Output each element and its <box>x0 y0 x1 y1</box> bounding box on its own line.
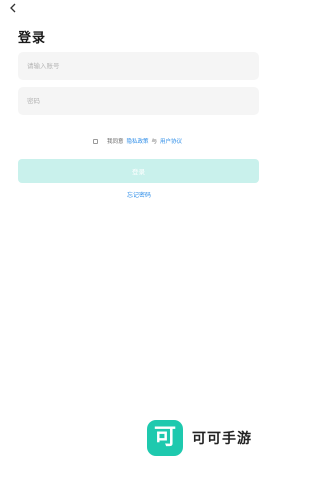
password-input[interactable] <box>18 87 259 115</box>
page-title: 登录 <box>18 31 47 46</box>
watermark-logo-char: 可 <box>153 425 176 450</box>
login-button[interactable]: 登录 <box>18 159 259 183</box>
chevron-left-icon <box>10 3 16 13</box>
agreement-connector: 与 <box>151 139 158 145</box>
agreement-checkbox[interactable] <box>92 138 98 144</box>
forgot-password-link[interactable]: 忘记密码 <box>0 190 278 199</box>
agreement-prefix: 我同意 <box>106 139 124 145</box>
account-input[interactable] <box>18 52 259 80</box>
back-button[interactable] <box>6 1 20 15</box>
agreement-row: 我同意 隐私政策 与 用户协议 <box>0 137 278 145</box>
watermark: 可 可可手游 <box>147 420 252 456</box>
watermark-logo: 可 <box>147 420 183 456</box>
watermark-text: 可可手游 <box>192 431 252 447</box>
privacy-policy-link[interactable]: 隐私政策 <box>126 137 148 145</box>
user-agreement-link[interactable]: 用户协议 <box>160 137 182 145</box>
